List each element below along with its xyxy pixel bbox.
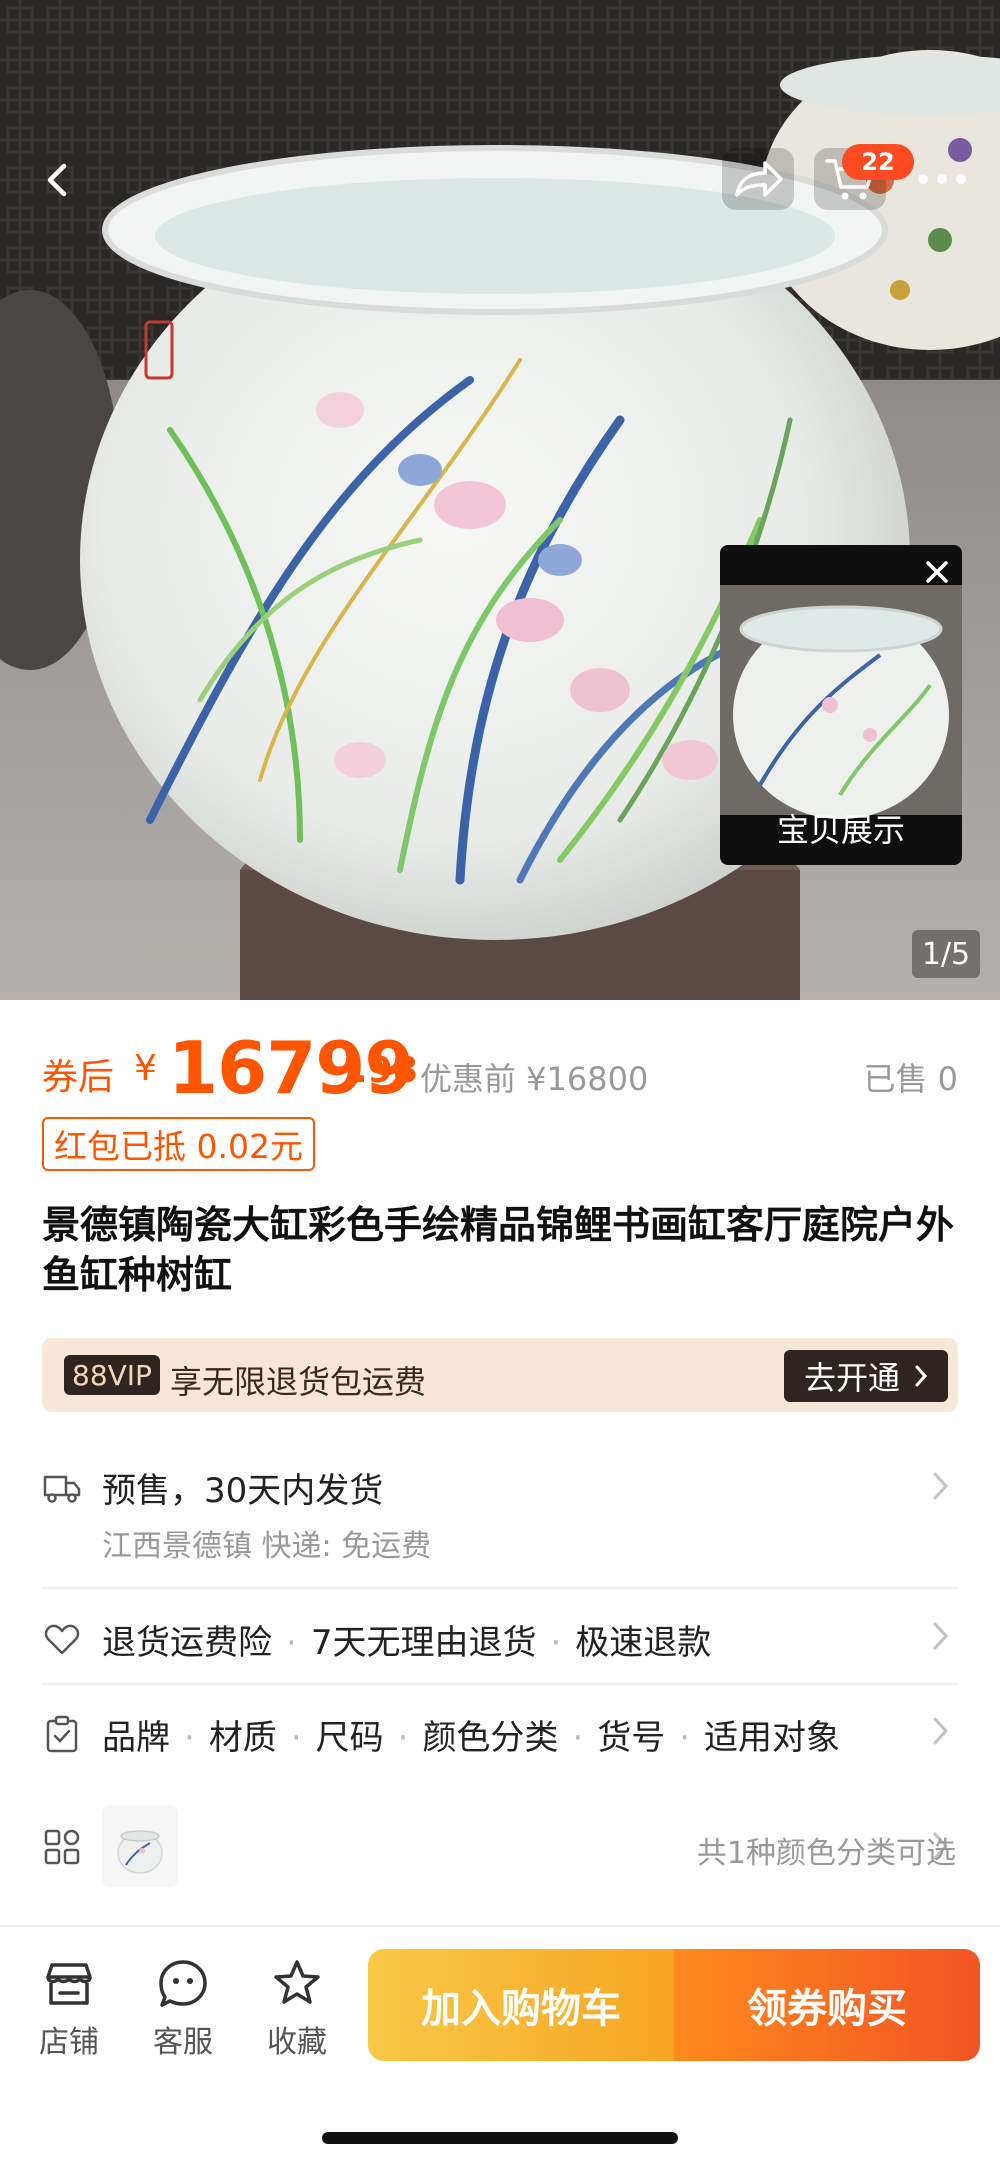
shipping-sub: 江西景德镇 快递: 免运费 — [102, 1529, 432, 1564]
separator-dot: · — [550, 1623, 562, 1663]
add-to-cart-button[interactable]: 加入购物车 — [368, 1949, 674, 2061]
truck-icon — [43, 1475, 81, 1503]
star-icon — [274, 1960, 320, 2004]
price-row: 券后 ¥ 16799 .98 优惠前 ¥16800 已售 0 — [42, 1026, 958, 1110]
favorite-button[interactable]: 收藏 — [252, 1957, 342, 2067]
grid-icon — [44, 1829, 80, 1865]
shop-button[interactable]: 店铺 — [24, 1957, 114, 2067]
chevron-right-icon — [933, 1717, 949, 1745]
param-item: 颜色分类 — [422, 1718, 559, 1758]
store-icon — [46, 1963, 92, 2005]
favorite-label: 收藏 — [267, 2025, 327, 2060]
guarantee-row[interactable]: 退货运费险 · 7天无理由退货 · 极速退款 — [42, 1605, 958, 1675]
more-button[interactable] — [906, 148, 978, 210]
param-item: 品牌 — [102, 1718, 170, 1758]
separator-dot: · — [184, 1718, 195, 1758]
separator-dot: · — [397, 1718, 409, 1758]
separator-dot: · — [290, 1718, 302, 1758]
vip-activate-button[interactable]: 去开通 — [783, 1350, 948, 1402]
cart-count-badge: 22 — [842, 144, 914, 180]
vip-banner[interactable]: 88VIP 享无限退货包运费 去开通 — [42, 1338, 958, 1412]
chevron-left-icon — [47, 163, 67, 197]
price-prefix: 券后 — [42, 1057, 115, 1098]
chevron-right-icon — [915, 1365, 928, 1387]
buy-now-button[interactable]: 领券购买 — [674, 1949, 980, 2061]
chevron-right-icon — [933, 1622, 949, 1650]
product-image-carousel[interactable]: 22 宝贝展示 1/5 — [0, 0, 1000, 1000]
sku-jar-image — [117, 1830, 163, 1874]
param-item: 适用对象 — [704, 1718, 841, 1758]
separator-dot: · — [286, 1623, 297, 1663]
param-item: 货号 — [597, 1718, 666, 1758]
share-icon — [735, 161, 783, 197]
customer-service-button[interactable]: 客服 — [138, 1957, 228, 2067]
divider — [42, 1587, 958, 1589]
guarantee-item: 退货运费险 — [102, 1623, 272, 1663]
sold-count: 已售 0 — [863, 1060, 958, 1098]
back-button[interactable] — [28, 150, 88, 210]
separator-dot: · — [679, 1718, 691, 1758]
price-decimal: .98 — [354, 1050, 418, 1091]
video-label: 宝贝展示 — [776, 811, 905, 849]
vip-badge: 88VIP — [64, 1355, 160, 1395]
param-item: 材质 — [208, 1718, 277, 1758]
video-preview[interactable]: 宝贝展示 — [720, 545, 962, 865]
heart-shield-icon — [44, 1624, 80, 1655]
guarantee-item: 7天无理由退货 — [310, 1623, 537, 1663]
separator-dot: · — [572, 1718, 584, 1758]
more-dots-icon — [918, 174, 966, 184]
guarantee-items: 退货运费险 · 7天无理由退货 · 极速退款 — [102, 1615, 711, 1664]
shipping-row[interactable]: 预售，30天内发货 江西景德镇 快递: 免运费 — [42, 1455, 958, 1605]
product-title: 景德镇陶瓷大缸彩色手绘精品锦鲤书画缸客厅庭院户外鱼缸种树缸 — [42, 1203, 955, 1297]
bottom-action-bar: 店铺 客服 收藏 加入购物车 领券购买 — [0, 1925, 1000, 2167]
vip-button-label: 去开通 — [803, 1359, 900, 1397]
shop-label: 店铺 — [39, 2025, 99, 2060]
share-button[interactable] — [722, 148, 794, 210]
divider — [42, 1683, 958, 1685]
clipboard-icon — [46, 1715, 78, 1753]
service-label: 客服 — [153, 2025, 213, 2060]
home-indicator — [322, 2132, 678, 2144]
shipping-main: 预售，30天内发货 — [102, 1471, 384, 1511]
vip-text: 享无限退货包运费 — [170, 1363, 427, 1401]
sku-thumbnail[interactable] — [102, 1805, 178, 1887]
sku-count-text: 共1种颜色分类可选 — [696, 1836, 956, 1871]
chevron-right-icon — [933, 1472, 949, 1500]
params-items: 品牌 · 材质 · 尺码 · 颜色分类 · 货号 · 适用对象 — [102, 1710, 840, 1759]
red-packet-tag: 红包已抵 0.02元 — [42, 1117, 315, 1171]
param-item: 尺码 — [315, 1718, 384, 1758]
close-icon[interactable] — [920, 555, 954, 589]
currency-symbol: ¥ — [134, 1048, 157, 1089]
image-page-indicator: 1/5 — [912, 930, 980, 978]
guarantee-item: 极速退款 — [575, 1623, 712, 1663]
params-row[interactable]: 品牌 · 材质 · 尺码 · 颜色分类 · 货号 · 适用对象 — [42, 1700, 958, 1770]
chat-face-icon — [159, 1960, 207, 2007]
original-price: 优惠前 ¥16800 — [420, 1060, 649, 1098]
